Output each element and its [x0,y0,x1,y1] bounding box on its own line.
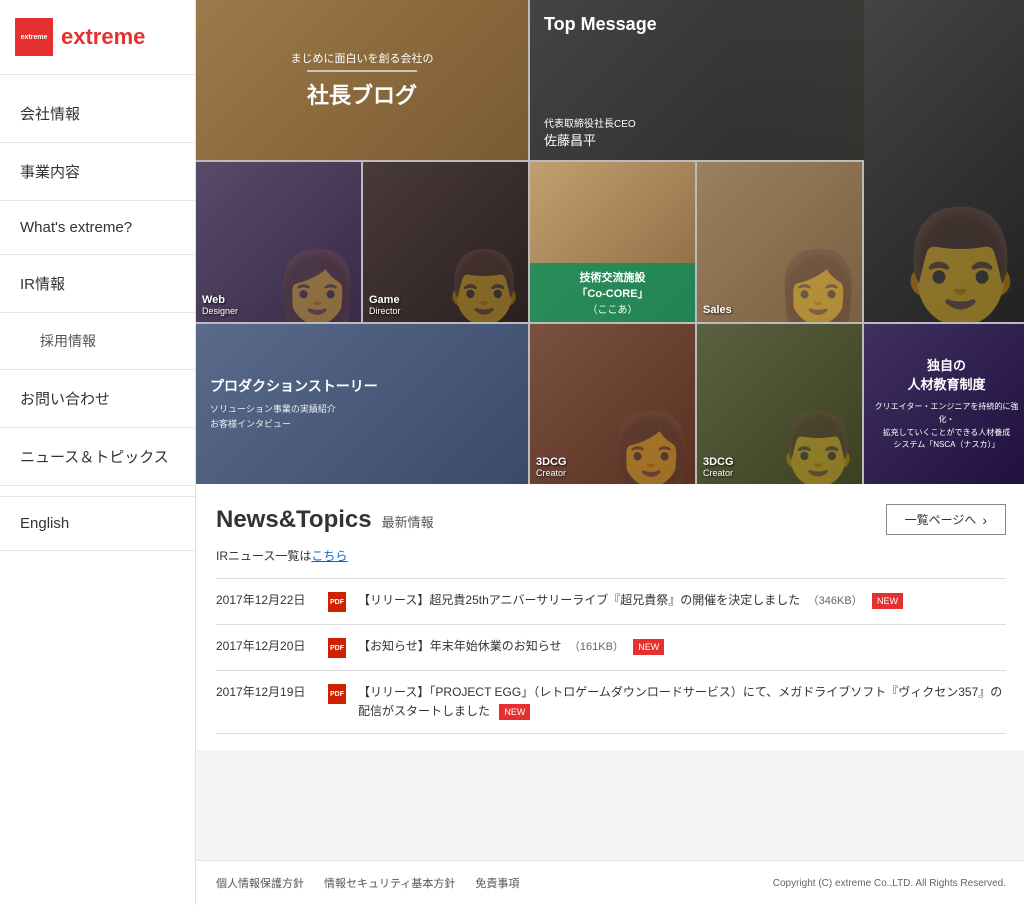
bottom-row: News&Topics 最新情報 一覧ページへ IRニュース一覧はこちら [196,484,1024,905]
news-date-3: 2017年12月19日 [216,683,316,700]
main-content: まじめに面白いを創る会社の 社長ブログ 👤 Top Message 代表取締役社… [196,0,1024,905]
3dcg2-label: 3DCG Creator [703,456,734,478]
cocore-cell[interactable]: 技術交流施設 「Co-CORE」 （ここあ） [530,162,695,322]
logo-main-text: extreme [61,24,145,50]
news-and-footer: News&Topics 最新情報 一覧ページへ IRニュース一覧はこちら [196,484,1024,905]
news-body-3: 【リリース】「PROJECT EGG」（レトロゲームダウンロードサービス）にて、… [358,683,1006,721]
nsca-cell[interactable]: 独自の 人材教育制度 クリエイター・エンジニアを持続的に強化・ 拡充していくこと… [864,324,1024,484]
game-label: Game Director [369,294,401,316]
news-badge-3: NEW [499,704,530,720]
news-badge-2: NEW [633,639,664,655]
sidebar-item-contact[interactable]: お問い合わせ [0,370,195,428]
news-item: 2017年12月19日 PDF 【リリース】「PROJECT EGG」（レトロゲ… [216,671,1006,734]
news-ir-link: IRニュース一覧はこちら [216,547,1006,564]
sidebar-item-company[interactable]: 会社情報 [0,85,195,143]
3dcg1-label: 3DCG Creator [536,456,567,478]
news-subtitle: 最新情報 [382,512,434,531]
news-header: News&Topics 最新情報 一覧ページへ [216,504,1006,535]
sidebar-item-recruit[interactable]: 採用情報 [0,313,195,370]
shacho-blog-cell[interactable]: まじめに面白いを創る会社の 社長ブログ [196,0,528,160]
sidebar-item-whats[interactable]: What's extreme? [0,201,195,255]
footer-links: 個人情報保護方針 情報セキュリティ基本方針 免責事項 [216,875,519,891]
sales-cell[interactable]: 👩 Sales [697,162,862,322]
cocore-overlay: 技術交流施設 「Co-CORE」 （ここあ） [530,263,695,322]
sidebar-navigation: 会社情報 事業内容 What's extreme? IR情報 採用情報 お問い合… [0,85,195,551]
logo-area[interactable]: extreme extreme [0,0,195,75]
production-cell[interactable]: プロダクションストーリー ソリューション事業の実績紹介 お客様インタビュー [196,324,528,484]
news-all-button[interactable]: 一覧ページへ [886,504,1006,535]
news-ir-link-anchor[interactable]: こちら [311,549,347,563]
3dcg2-cell[interactable]: 👨 3DCG Creator [697,324,862,484]
production-text: プロダクションストーリー ソリューション事業の実績紹介 お客様インタビュー [210,376,378,433]
news-title-group: News&Topics 最新情報 [216,506,434,534]
footer-link-privacy[interactable]: 個人情報保護方針 [216,875,304,891]
programmer-tall-cell[interactable]: 👨 [864,0,1024,322]
news-item: 2017年12月20日 PDF 【お知らせ】年末年始休業のお知らせ （161KB… [216,625,1006,671]
top-row: まじめに面白いを創る会社の 社長ブログ 👤 Top Message 代表取締役社… [196,0,1024,484]
footer: 個人情報保護方針 情報セキュリティ基本方針 免責事項 Copyright (C)… [196,860,1024,905]
pdf-icon-2: PDF [328,638,346,658]
sidebar-item-news[interactable]: ニュース＆トピックス [0,428,195,486]
sidebar-item-business[interactable]: 事業内容 [0,143,195,201]
sidebar-item-english[interactable]: English [0,496,195,551]
news-body-2: 【お知らせ】年末年始休業のお知らせ （161KB） NEW [358,637,1006,657]
news-date-2: 2017年12月20日 [216,637,316,654]
sidebar: extreme extreme 会社情報 事業内容 What's extreme… [0,0,196,905]
sidebar-item-ir[interactable]: IR情報 [0,255,195,313]
logo-box-icon: extreme [15,18,53,56]
news-list: 2017年12月22日 PDF 【リリース】超兄貴25thアニバーサリーライブ『… [216,578,1006,734]
hero-grid: まじめに面白いを創る会社の 社長ブログ 👤 Top Message 代表取締役社… [196,0,1024,484]
nsca-content: 独自の 人材教育制度 クリエイター・エンジニアを持続的に強化・ 拡充していくこと… [874,356,1019,452]
news-date-1: 2017年12月22日 [216,591,316,608]
sales-label: Sales [703,304,732,316]
news-item: 2017年12月22日 PDF 【リリース】超兄貴25thアニバーサリーライブ『… [216,579,1006,625]
news-title: News&Topics [216,506,372,534]
news-section: News&Topics 最新情報 一覧ページへ IRニュース一覧はこちら [196,484,1024,750]
game-director-cell[interactable]: 👨 Game Director [363,162,528,322]
3dcg1-cell[interactable]: 👩 3DCG Creator [530,324,695,484]
news-body-1: 【リリース】超兄貴25thアニバーサリーライブ『超兄貴祭』の開催を決定しました … [358,591,1006,611]
web-designer-cell[interactable]: 👩 Web Designer [196,162,361,322]
footer-link-disclaimer[interactable]: 免責事項 [475,875,519,891]
pdf-icon-1: PDF [328,592,346,612]
footer-copyright: Copyright (C) extreme Co.,LTD. All Right… [773,878,1006,889]
top-message-text: Top Message 代表取締役社長CEO 佐藤昌平 [544,14,657,149]
pdf-icon-3: PDF [328,684,346,704]
footer-link-security[interactable]: 情報セキュリティ基本方針 [324,875,455,891]
shacho-sub: まじめに面白いを創る会社の [291,50,434,66]
shacho-main: 社長ブログ [307,70,417,110]
news-badge-1: NEW [872,593,903,609]
web-label: Web Designer [202,294,238,316]
logo-small-text: extreme [21,34,48,41]
